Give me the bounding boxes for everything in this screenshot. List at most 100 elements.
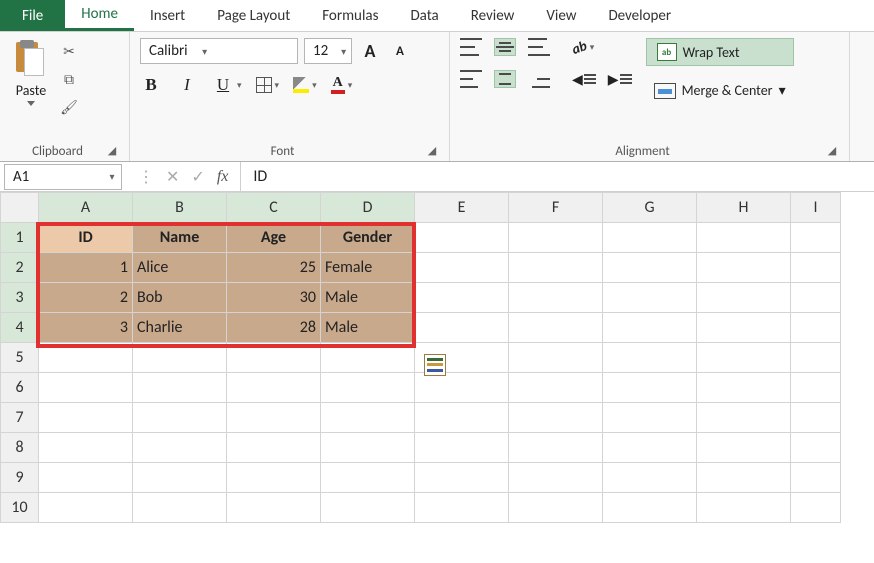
col-header-E[interactable]: E: [415, 193, 509, 223]
col-header-G[interactable]: G: [603, 193, 697, 223]
font-color-button[interactable]: A▾: [331, 76, 353, 94]
tab-page-layout[interactable]: Page Layout: [201, 0, 306, 31]
cell-A4[interactable]: 3: [39, 313, 133, 343]
cell-C3[interactable]: 30: [227, 283, 321, 313]
cell-H9[interactable]: [697, 463, 791, 493]
cell-F2[interactable]: [509, 253, 603, 283]
formula-input[interactable]: ID: [240, 162, 874, 191]
cell-B9[interactable]: [133, 463, 227, 493]
col-header-D[interactable]: D: [321, 193, 415, 223]
col-header-A[interactable]: A: [39, 193, 133, 223]
cell-G8[interactable]: [603, 433, 697, 463]
cell-A7[interactable]: [39, 403, 133, 433]
row-header-10[interactable]: 10: [1, 493, 39, 523]
cell-D7[interactable]: [321, 403, 415, 433]
cell-G9[interactable]: [603, 463, 697, 493]
cell-F8[interactable]: [509, 433, 603, 463]
cell-I5[interactable]: [791, 343, 841, 373]
cell-E8[interactable]: [415, 433, 509, 463]
row-header-5[interactable]: 5: [1, 343, 39, 373]
cell-E6[interactable]: [415, 373, 509, 403]
cell-B6[interactable]: [133, 373, 227, 403]
cell-E10[interactable]: [415, 493, 509, 523]
name-box[interactable]: A1 ▾: [4, 164, 122, 190]
align-middle-button[interactable]: [494, 38, 516, 56]
align-center-button[interactable]: [494, 70, 516, 88]
orientation-button[interactable]: ab▾: [572, 39, 594, 56]
enter-formula-icon[interactable]: ✓: [191, 167, 204, 187]
cell-A2[interactable]: 1: [39, 253, 133, 283]
cell-E7[interactable]: [415, 403, 509, 433]
cell-I10[interactable]: [791, 493, 841, 523]
cell-E2[interactable]: [415, 253, 509, 283]
col-header-I[interactable]: I: [791, 193, 841, 223]
tab-review[interactable]: Review: [455, 0, 531, 31]
row-header-2[interactable]: 2: [1, 253, 39, 283]
fx-icon[interactable]: fx: [217, 168, 229, 186]
cell-A9[interactable]: [39, 463, 133, 493]
cell-D3[interactable]: Male: [321, 283, 415, 313]
align-top-button[interactable]: [460, 38, 482, 56]
row-header-7[interactable]: 7: [1, 403, 39, 433]
chevron-down-icon[interactable]: ▾: [779, 82, 786, 99]
select-all-corner[interactable]: [1, 193, 39, 223]
row-header-9[interactable]: 9: [1, 463, 39, 493]
underline-button[interactable]: U▾: [212, 74, 242, 96]
fill-color-button[interactable]: ▾: [293, 77, 317, 93]
cell-G1[interactable]: [603, 223, 697, 253]
cell-C8[interactable]: [227, 433, 321, 463]
col-header-H[interactable]: H: [697, 193, 791, 223]
decrease-indent-button[interactable]: ◀: [572, 71, 596, 88]
cell-B2[interactable]: Alice: [133, 253, 227, 283]
cell-I1[interactable]: [791, 223, 841, 253]
cell-E4[interactable]: [415, 313, 509, 343]
col-header-F[interactable]: F: [509, 193, 603, 223]
cell-H1[interactable]: [697, 223, 791, 253]
cell-A1[interactable]: ID: [39, 223, 133, 253]
grow-font-button[interactable]: A: [358, 39, 382, 63]
cut-icon[interactable]: ✂: [60, 42, 78, 60]
cell-E3[interactable]: [415, 283, 509, 313]
cell-F5[interactable]: [509, 343, 603, 373]
cell-H4[interactable]: [697, 313, 791, 343]
cell-D4[interactable]: Male: [321, 313, 415, 343]
cell-B1[interactable]: Name: [133, 223, 227, 253]
cell-B10[interactable]: [133, 493, 227, 523]
font-launcher-icon[interactable]: ◢: [425, 144, 439, 158]
tab-file[interactable]: File: [0, 0, 65, 31]
cell-I9[interactable]: [791, 463, 841, 493]
cell-D10[interactable]: [321, 493, 415, 523]
align-bottom-button[interactable]: [528, 38, 550, 56]
tab-home[interactable]: Home: [65, 0, 134, 31]
cell-F1[interactable]: [509, 223, 603, 253]
clipboard-launcher-icon[interactable]: ◢: [105, 144, 119, 158]
col-header-C[interactable]: C: [227, 193, 321, 223]
cell-F9[interactable]: [509, 463, 603, 493]
cell-D1[interactable]: Gender: [321, 223, 415, 253]
cell-G3[interactable]: [603, 283, 697, 313]
cell-E1[interactable]: [415, 223, 509, 253]
row-header-1[interactable]: 1: [1, 223, 39, 253]
format-painter-icon[interactable]: 🖌: [60, 98, 78, 116]
copy-icon[interactable]: ⧉: [60, 70, 78, 88]
cell-C10[interactable]: [227, 493, 321, 523]
cell-B5[interactable]: [133, 343, 227, 373]
cell-C2[interactable]: 25: [227, 253, 321, 283]
wrap-text-button[interactable]: ab Wrap Text: [646, 38, 794, 66]
col-header-B[interactable]: B: [133, 193, 227, 223]
italic-button[interactable]: I: [176, 74, 198, 96]
chevron-down-icon[interactable]: ▾: [103, 170, 121, 183]
cell-C1[interactable]: Age: [227, 223, 321, 253]
alignment-launcher-icon[interactable]: ◢: [825, 144, 839, 158]
row-header-3[interactable]: 3: [1, 283, 39, 313]
cell-I6[interactable]: [791, 373, 841, 403]
row-header-4[interactable]: 4: [1, 313, 39, 343]
cell-C4[interactable]: 28: [227, 313, 321, 343]
row-header-8[interactable]: 8: [1, 433, 39, 463]
shrink-font-button[interactable]: A: [388, 39, 412, 63]
cell-A3[interactable]: 2: [39, 283, 133, 313]
cell-G10[interactable]: [603, 493, 697, 523]
cell-B8[interactable]: [133, 433, 227, 463]
cell-I2[interactable]: [791, 253, 841, 283]
cell-C9[interactable]: [227, 463, 321, 493]
